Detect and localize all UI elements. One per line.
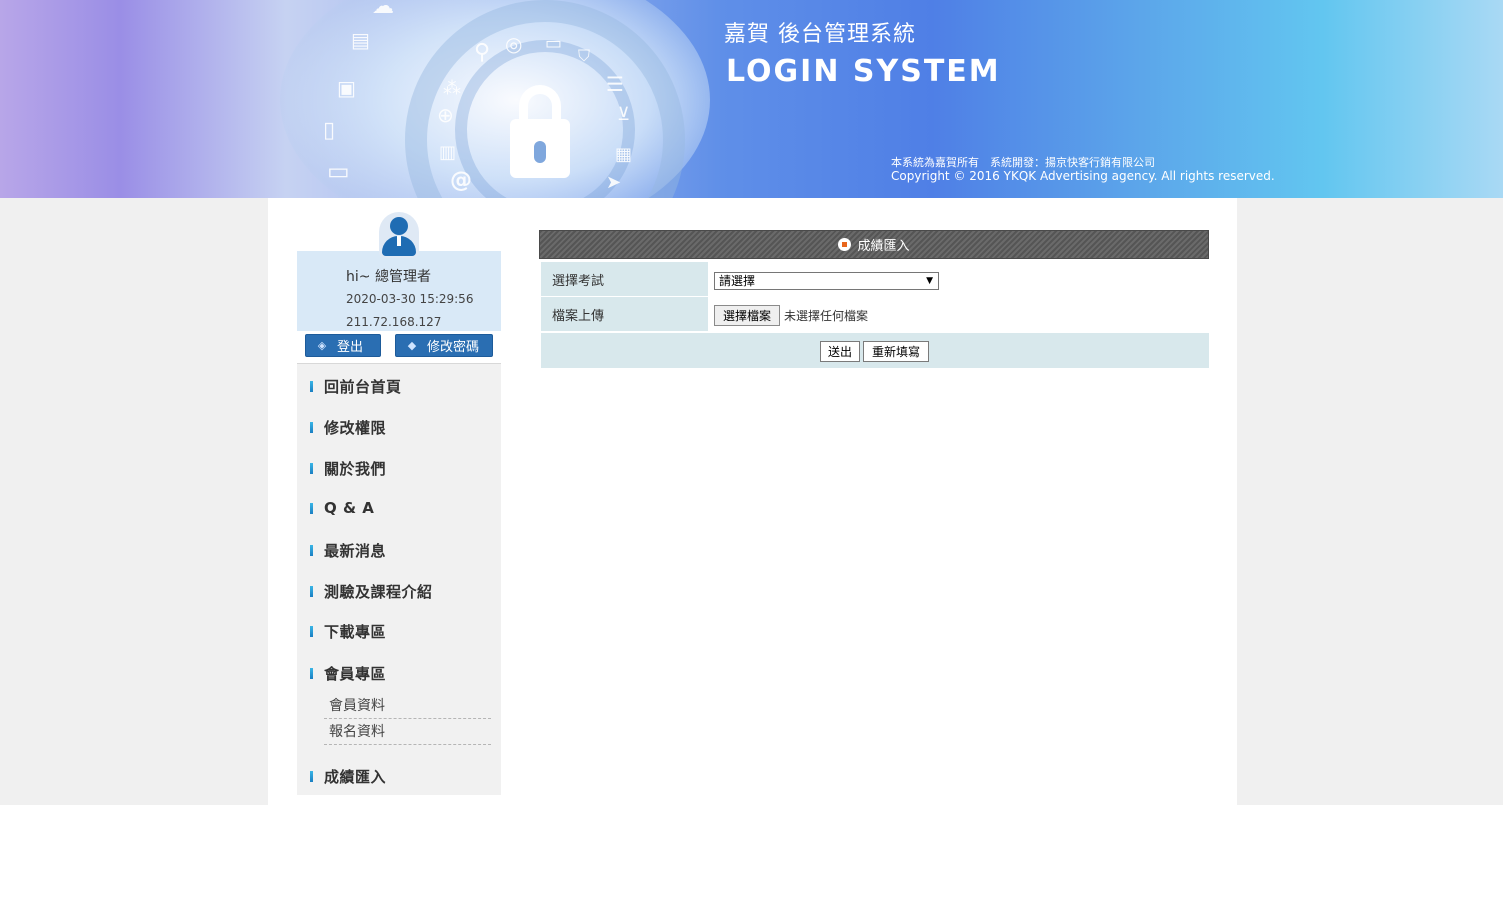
login-datetime: 2020-03-30 15:29:56	[346, 292, 474, 306]
diamond-icon: ◈	[317, 338, 327, 352]
system-title: 嘉賀 後台管理系統	[724, 22, 916, 47]
sidebar-item-label: 測驗及課程介紹	[324, 583, 433, 601]
target-icon: ◎	[505, 32, 523, 56]
cloud-icon: ☁	[372, 0, 394, 19]
login-system-logo: LOGIN SYSTEM	[726, 54, 1001, 89]
form-title: 成績匯入	[857, 239, 910, 254]
sidebar-item-label: 修改權限	[324, 419, 387, 437]
exam-select-value: 請選擇	[719, 274, 756, 288]
key-icon: ◆	[407, 338, 417, 352]
dropdown-arrow-icon: ▼	[926, 276, 933, 286]
menu-marker-icon	[310, 771, 313, 782]
copyright-text: Copyright © 2016 YKQK Advertising agency…	[891, 169, 1275, 183]
exam-select[interactable]: 請選擇 ▼	[714, 272, 939, 290]
briefcase-icon: ▥	[439, 142, 457, 163]
bullet-icon	[838, 238, 852, 251]
choose-file-button[interactable]: 選擇檔案	[714, 305, 780, 326]
printer-icon: ▤	[351, 28, 370, 52]
at-icon: @	[450, 168, 472, 193]
change-password-label: 修改密碼	[427, 340, 480, 355]
menu-marker-icon	[310, 668, 313, 679]
change-password-button[interactable]: ◆ 修改密碼	[395, 334, 493, 357]
menu-marker-icon	[310, 626, 313, 637]
laptop-icon: ▭	[327, 157, 350, 185]
sidebar-item-downloads[interactable]: 下載專區	[310, 621, 386, 642]
sidebar-subitem-member-data[interactable]: 會員資料	[324, 695, 491, 719]
sidebar-item-news[interactable]: 最新消息	[310, 540, 386, 561]
sidebar-item-label: 成績匯入	[324, 768, 387, 786]
menu-marker-icon	[310, 502, 313, 514]
file-upload-label: 檔案上傳	[541, 297, 708, 331]
user-greeting: hi~ 總管理者	[346, 269, 431, 285]
sidebar-subitem-registration-data[interactable]: 報名資料	[324, 721, 491, 745]
menu-marker-icon	[310, 586, 313, 597]
cart-icon: ⊻	[617, 104, 631, 125]
sidebar-item-members[interactable]: 會員專區	[310, 663, 386, 684]
sidebar-item-label: 回前台首頁	[324, 378, 402, 396]
sidebar-item-label: 最新消息	[324, 542, 387, 560]
reset-button[interactable]: 重新填寫	[863, 341, 929, 362]
search-icon: ⚲	[474, 40, 491, 65]
shield-icon: ⛉	[578, 46, 591, 65]
sidebar-item-label: 關於我們	[324, 460, 387, 478]
sidebar-item-home[interactable]: 回前台首頁	[310, 376, 402, 397]
image-icon: ▭	[545, 33, 563, 54]
network-icon: ⁂	[443, 78, 461, 99]
globe-icon: ⊕	[437, 103, 454, 127]
sidebar-item-qa[interactable]: Q & A	[310, 499, 374, 517]
menu-marker-icon	[310, 545, 313, 556]
photo-icon: ▣	[337, 76, 356, 100]
menu-marker-icon	[310, 422, 313, 433]
submit-button[interactable]: 送出	[820, 341, 860, 362]
sidebar-item-label: 下載專區	[324, 623, 387, 641]
sidebar-item-grade-import[interactable]: 成績匯入	[310, 766, 386, 787]
header-banner: ☁ ▤ ⚲ ◎ ▭ ⛉ ▣ ⁂ ☰ ▯ ⊕ ⊻ ▥ ▦ ▭ @ ➤ 嘉賀 後台管…	[0, 0, 1503, 198]
menu-marker-icon	[310, 381, 313, 392]
logout-button[interactable]: ◈ 登出	[305, 334, 381, 357]
lock-icon	[510, 85, 570, 178]
server-icon: ☰	[606, 72, 624, 96]
form-title-bar: 成績匯入	[539, 230, 1209, 259]
sidebar-item-about[interactable]: 關於我們	[310, 458, 386, 479]
calendar-icon: ▦	[615, 144, 633, 165]
tablet-icon: ▯	[323, 118, 336, 143]
cursor-icon: ➤	[606, 172, 622, 193]
sidebar-item-label: 會員專區	[324, 665, 387, 683]
sidebar-item-permissions[interactable]: 修改權限	[310, 417, 386, 438]
logout-label: 登出	[337, 340, 364, 355]
exam-label: 選擇考試	[541, 262, 708, 296]
avatar	[379, 212, 419, 258]
owner-text: 本系統為嘉賀所有 系統開發：揚京快客行銷有限公司	[891, 156, 1155, 169]
file-status-text: 未選擇任何檔案	[784, 309, 869, 323]
sidebar-item-label: Q & A	[324, 499, 375, 517]
menu-marker-icon	[310, 463, 313, 474]
login-ip: 211.72.168.127	[346, 315, 442, 329]
sidebar-item-courses[interactable]: 測驗及課程介紹	[310, 581, 433, 602]
